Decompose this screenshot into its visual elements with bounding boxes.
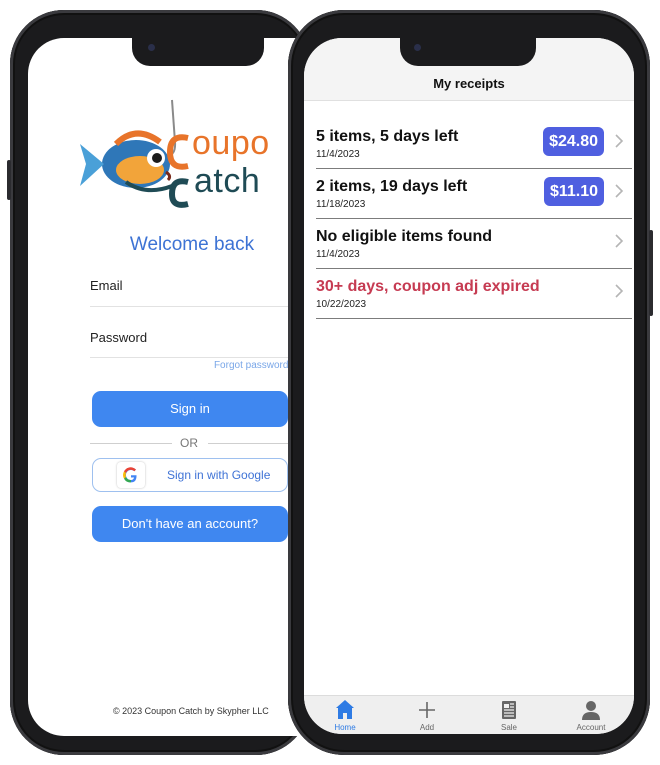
google-sign-in-label: Sign in with Google	[167, 468, 271, 482]
or-text: OR	[180, 436, 198, 450]
phone-notch	[132, 36, 264, 66]
tab-sale[interactable]: Sale	[468, 696, 550, 734]
sign-in-button[interactable]: Sign in	[92, 391, 288, 427]
camera-icon	[414, 44, 421, 51]
chevron-right-icon	[615, 234, 624, 248]
receipts-screen: My receipts 5 items, 5 days left 11/4/20…	[304, 38, 634, 734]
camera-icon	[148, 44, 155, 51]
home-icon	[336, 700, 354, 719]
tab-home[interactable]: Home	[304, 696, 386, 734]
login-phone-frame: oupo atch Welcome back Email Password Fo…	[7, 10, 310, 755]
receipt-title: 5 items, 5 days left	[316, 128, 459, 145]
logo-text-top: oupo	[192, 124, 270, 162]
password-field[interactable]	[90, 322, 302, 356]
receipt-date: 11/4/2023	[316, 149, 360, 160]
side-button	[7, 160, 11, 200]
page-title: My receipts	[433, 76, 505, 91]
password-underline	[90, 357, 302, 358]
chevron-right-icon	[615, 134, 624, 148]
receipt-row[interactable]: 2 items, 19 days left 11/18/2023 $11.10	[316, 168, 632, 219]
forgot-password-link[interactable]: Forgot password?	[214, 360, 294, 371]
receipt-title: 30+ days, coupon adj expired	[316, 278, 540, 295]
tab-label: Home	[334, 723, 356, 732]
or-divider: OR	[90, 436, 302, 450]
receipt-row[interactable]: 30+ days, coupon adj expired 10/22/2023	[316, 268, 632, 319]
chevron-right-icon	[615, 184, 624, 198]
newspaper-icon	[502, 701, 516, 719]
google-logo-icon	[117, 462, 145, 488]
tab-label: Account	[576, 723, 606, 732]
chevron-right-icon	[615, 284, 624, 298]
welcome-heading: Welcome back	[129, 234, 255, 255]
copyright-footer: © 2023 Coupon Catch by Skypher LLC	[113, 706, 269, 716]
tab-label: Sale	[500, 723, 517, 732]
receipt-date: 11/4/2023	[316, 249, 360, 260]
login-screen: oupo atch Welcome back Email Password Fo…	[28, 38, 302, 736]
person-icon	[582, 701, 600, 720]
receipt-title: 2 items, 19 days left	[316, 178, 468, 195]
no-account-button[interactable]: Don't have an account?	[92, 506, 288, 542]
tab-label: Add	[419, 723, 435, 732]
phone-notch	[400, 36, 536, 66]
coupon-catch-logo: oupo atch	[76, 98, 302, 208]
tab-add[interactable]: Add	[386, 696, 468, 734]
receipt-title: No eligible items found	[316, 228, 493, 245]
price-badge: $24.80	[543, 127, 604, 156]
google-sign-in-button[interactable]: Sign in with Google	[92, 458, 288, 492]
divider-line	[90, 443, 172, 444]
tab-account[interactable]: Account	[550, 696, 632, 734]
receipts-phone-frame: My receipts 5 items, 5 days left 11/4/20…	[288, 10, 653, 755]
receipt-row[interactable]: 5 items, 5 days left 11/4/2023 $24.80	[316, 118, 632, 169]
side-button	[649, 230, 653, 316]
email-field[interactable]	[90, 270, 302, 304]
fish-logo-icon	[80, 99, 189, 208]
receipt-date: 11/18/2023	[316, 199, 366, 210]
email-underline	[90, 306, 302, 307]
logo-text-bottom: atch	[194, 162, 261, 200]
receipt-row[interactable]: No eligible items found 11/4/2023	[316, 218, 632, 269]
receipt-date: 10/22/2023	[316, 299, 367, 310]
plus-icon	[419, 702, 435, 718]
bottom-tab-bar: Home Add Sale Account	[304, 695, 634, 734]
price-badge: $11.10	[543, 177, 604, 206]
